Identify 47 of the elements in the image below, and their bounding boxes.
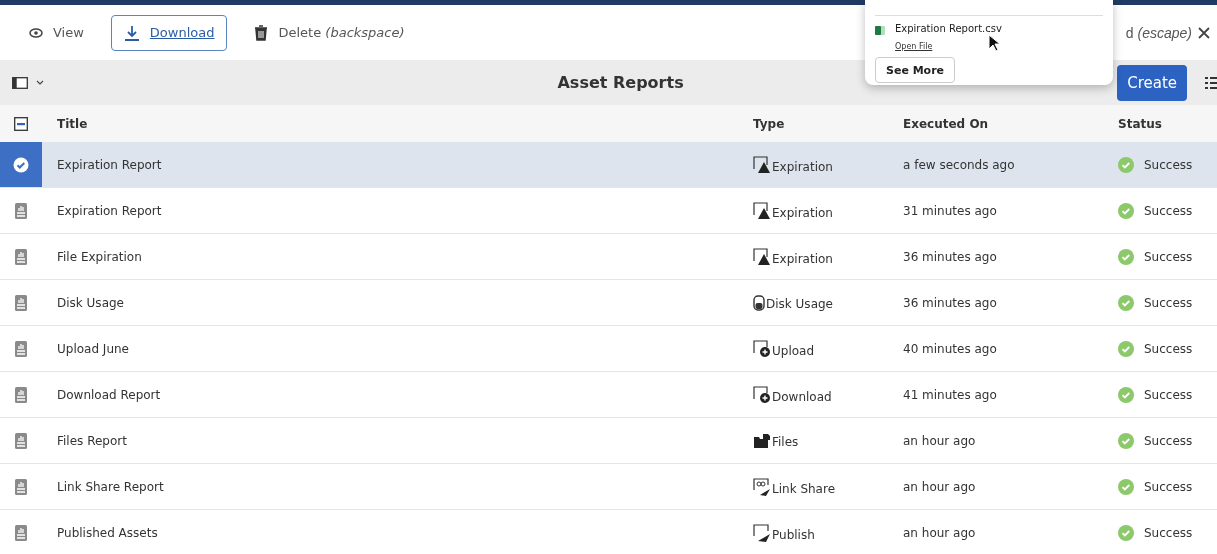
report-title: Upload June (56, 341, 130, 356)
executed-time: an hour ago (903, 433, 977, 448)
column-header[interactable]: Executed On (903, 116, 1118, 131)
column-header[interactable]: Status (1118, 116, 1217, 131)
open-file-link[interactable]: Open File (895, 42, 933, 51)
see-more-button[interactable]: See More (875, 57, 956, 83)
create-button[interactable]: Create (1117, 64, 1187, 101)
column-header[interactable]: Type (753, 116, 903, 131)
page-title: Asset Reports (556, 73, 684, 92)
report-type: Expiration (772, 251, 833, 266)
status-text: Success (1144, 203, 1193, 218)
column-header[interactable]: Title (42, 116, 753, 131)
escape-hint: d (escape) (1125, 24, 1192, 41)
report-type: Expiration (772, 159, 833, 174)
report-type: Publish (772, 527, 815, 542)
report-title: Published Assets (56, 525, 159, 540)
executed-time: an hour ago (903, 479, 977, 494)
report-title: Link Share Report (56, 479, 165, 494)
status-text: Success (1144, 157, 1193, 172)
status-text: Success (1144, 295, 1193, 310)
report-type: Files (772, 434, 799, 449)
executed-time: 40 minutes ago (903, 341, 998, 356)
report-type: Upload (772, 343, 815, 358)
status-text: Success (1144, 525, 1193, 540)
executed-time: 36 minutes ago (903, 249, 998, 264)
report-title: Expiration Report (56, 203, 163, 218)
report-type: Link Share (772, 481, 836, 496)
status-text: Success (1144, 433, 1193, 448)
report-title: File Expiration (56, 249, 143, 264)
status-text: Success (1144, 249, 1193, 264)
report-title: Download Report (56, 387, 162, 402)
executed-time: 31 minutes ago (903, 203, 998, 218)
report-title: Disk Usage (56, 295, 125, 310)
status-text: Success (1144, 387, 1193, 402)
executed-time: a few seconds ago (903, 157, 1016, 172)
executed-time: an hour ago (903, 525, 977, 540)
file-name: Expiration Report.csv (895, 23, 1002, 34)
report-type: Disk Usage (766, 296, 833, 311)
report-type: Download (772, 389, 832, 404)
executed-time: 41 minutes ago (903, 387, 998, 402)
report-title: Files Report (56, 433, 128, 448)
report-title: Expiration Report (56, 157, 163, 172)
status-text: Success (1144, 479, 1193, 494)
status-text: Success (1144, 341, 1193, 356)
executed-time: 36 minutes ago (903, 295, 998, 310)
report-type: Expiration (772, 205, 833, 220)
download-button[interactable]: Download (110, 14, 228, 51)
